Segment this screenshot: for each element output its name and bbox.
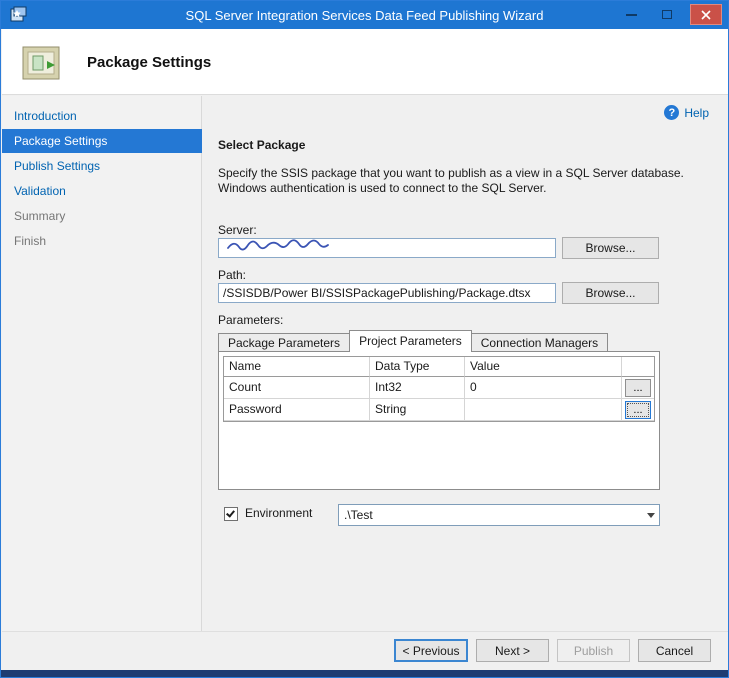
parameters-label: Parameters:: [218, 313, 283, 327]
sidebar-item-publish-settings[interactable]: Publish Settings: [2, 154, 202, 178]
chevron-down-icon: [642, 513, 659, 518]
environment-dropdown[interactable]: .\Test: [338, 504, 660, 526]
parameters-panel: Name Data Type Value Count Int32 0 ... P…: [218, 351, 660, 490]
environment-selected-value: .\Test: [339, 508, 642, 522]
window-bottom-border: [1, 670, 729, 678]
tab-connection-managers[interactable]: Connection Managers: [471, 333, 608, 352]
wizard-window: SQL Server Integration Services Data Fee…: [0, 0, 729, 678]
maximize-icon: [662, 10, 672, 19]
wizard-steps-sidebar: Introduction Package Settings Publish Se…: [2, 96, 202, 631]
column-header-actions: [622, 357, 654, 377]
checkmark-icon: [226, 508, 235, 517]
app-icon[interactable]: [9, 6, 27, 24]
publish-button: Publish: [557, 639, 630, 662]
sidebar-item-introduction[interactable]: Introduction: [2, 104, 202, 128]
help-label: Help: [684, 106, 709, 120]
sidebar-item-package-settings[interactable]: Package Settings: [2, 129, 202, 153]
close-button[interactable]: [690, 4, 722, 25]
param-type-cell: Int32: [370, 377, 465, 399]
main-content: ? Help Select Package Specify the SSIS p…: [202, 96, 729, 631]
server-browse-button[interactable]: Browse...: [562, 237, 659, 259]
help-icon: ?: [664, 105, 679, 120]
page-title: Package Settings: [87, 54, 211, 71]
param-value-ellipsis-button[interactable]: ...: [625, 379, 651, 397]
maximize-button[interactable]: [654, 5, 680, 25]
help-link[interactable]: ? Help: [664, 105, 709, 120]
cancel-button[interactable]: Cancel: [638, 639, 711, 662]
column-header-value: Value: [465, 357, 622, 377]
table-row: Password String ...: [224, 399, 654, 421]
tab-project-parameters[interactable]: Project Parameters: [349, 330, 472, 352]
table-header-row: Name Data Type Value: [224, 357, 654, 377]
server-input[interactable]: [218, 238, 556, 258]
wizard-header: Package Settings: [2, 29, 729, 95]
parameters-tabs: Package Parameters Project Parameters Co…: [218, 330, 608, 352]
param-value-cell[interactable]: 0: [465, 377, 622, 399]
previous-button[interactable]: < Previous: [394, 639, 468, 662]
table-row: Count Int32 0 ...: [224, 377, 654, 399]
next-button[interactable]: Next >: [476, 639, 549, 662]
column-header-data-type: Data Type: [370, 357, 465, 377]
sidebar-item-finish: Finish: [2, 229, 202, 253]
param-name-cell: Password: [224, 399, 370, 421]
parameters-table: Name Data Type Value Count Int32 0 ... P…: [223, 356, 655, 422]
section-description: Specify the SSIS package that you want t…: [218, 166, 690, 196]
param-value-cell[interactable]: [465, 399, 622, 421]
sidebar-item-summary: Summary: [2, 204, 202, 228]
param-name-cell: Count: [224, 377, 370, 399]
close-icon: [701, 10, 711, 20]
package-settings-icon: [19, 41, 65, 83]
titlebar: SQL Server Integration Services Data Fee…: [1, 1, 728, 29]
environment-label: Environment: [245, 506, 312, 520]
column-header-name: Name: [224, 357, 370, 377]
tab-package-parameters[interactable]: Package Parameters: [218, 333, 350, 352]
param-type-cell: String: [370, 399, 465, 421]
environment-checkbox[interactable]: [224, 507, 238, 521]
param-value-ellipsis-button[interactable]: ...: [625, 401, 651, 419]
section-title: Select Package: [218, 138, 305, 152]
sidebar-item-validation[interactable]: Validation: [2, 179, 202, 203]
server-label: Server:: [218, 223, 257, 237]
minimize-icon: [626, 14, 637, 16]
path-input[interactable]: [218, 283, 556, 303]
path-browse-button[interactable]: Browse...: [562, 282, 659, 304]
path-label: Path:: [218, 268, 246, 282]
minimize-button[interactable]: [618, 5, 644, 25]
wizard-footer: < Previous Next > Publish Cancel: [2, 631, 729, 671]
